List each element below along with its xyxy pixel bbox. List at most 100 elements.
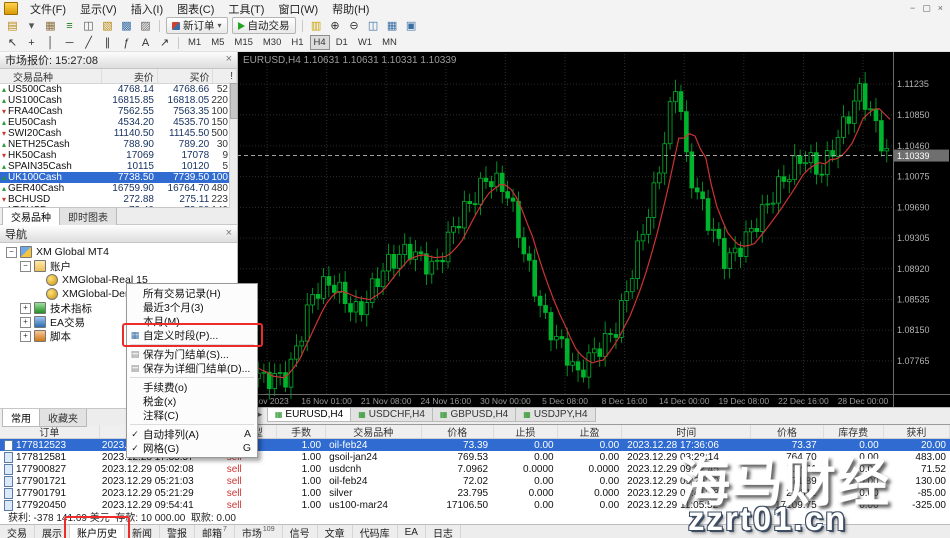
expander-icon[interactable]: − — [20, 261, 31, 272]
market-watch-row[interactable]: ▴US500Cash4768.144768.6652 — [0, 84, 230, 95]
vertical-line-icon[interactable]: │ — [42, 35, 59, 50]
mw-col-1[interactable]: 卖价 — [102, 69, 158, 83]
timeframe-d1[interactable]: D1 — [332, 35, 352, 50]
expander-icon[interactable]: + — [20, 331, 31, 342]
restore-icon[interactable]: ▢ — [922, 3, 931, 14]
context-menu-item-comments[interactable]: 注释(C) — [127, 408, 257, 422]
market-watch-icon[interactable]: ≡ — [61, 18, 78, 33]
menu-help[interactable]: 帮助(H) — [325, 0, 376, 19]
market-watch-row[interactable]: ▴NETH25Cash788.90789.2030 — [0, 139, 230, 150]
timeframe-m30[interactable]: M30 — [259, 35, 285, 50]
terminal-tab-news[interactable]: 新闻 — [125, 525, 160, 538]
crosshair-icon[interactable]: + — [23, 35, 40, 50]
market-watch-row[interactable]: ▴EU50Cash4534.204535.70150 — [0, 117, 230, 128]
terminal-tab-account-history[interactable]: 账户历史 — [70, 525, 125, 538]
menu-file[interactable]: 文件(F) — [23, 0, 73, 19]
close-icon[interactable]: × — [226, 54, 232, 65]
minimize-icon[interactable]: − — [910, 3, 915, 14]
history-col-10[interactable]: 库存费 — [824, 425, 884, 438]
timeframe-m5[interactable]: M5 — [207, 35, 228, 50]
timeframe-h4[interactable]: H4 — [310, 35, 330, 50]
navigator-icon[interactable]: ▧ — [99, 18, 116, 33]
history-row[interactable]: 1779017912023.12.29 05:21:29sell1.00silv… — [0, 487, 950, 499]
strategy-tester-icon[interactable]: ▨ — [137, 18, 154, 33]
close-icon[interactable]: × — [938, 3, 943, 14]
timeframe-m15[interactable]: M15 — [230, 35, 256, 50]
timeframe-mn[interactable]: MN — [378, 35, 401, 50]
chart-tab-usdjpy-h4[interactable]: ▦USDJPY,H4 — [515, 408, 595, 422]
market-watch-row[interactable]: ▾BCHUSD272.88275.11223 — [0, 194, 230, 205]
menu-insert[interactable]: 插入(I) — [124, 0, 170, 19]
tile-windows-icon[interactable]: ◫ — [365, 18, 382, 33]
history-col-5[interactable]: 价格 — [422, 425, 494, 438]
mw-col-3[interactable]: ! — [213, 69, 237, 83]
chart-tab-usdchf-h4[interactable]: ▦USDCHF,H4 — [350, 408, 433, 422]
terminal-tab-exposure[interactable]: 展示 — [35, 525, 70, 538]
history-col-7[interactable]: 止盈 — [558, 425, 622, 438]
expander-icon[interactable]: + — [20, 303, 31, 314]
context-menu-item-custom-period[interactable]: ▦自定义时段(P)... — [127, 328, 257, 342]
terminal-tab-signals[interactable]: 信号 — [283, 525, 318, 538]
terminal-tab-market[interactable]: 市场109 — [235, 525, 283, 538]
nav-item-xm-global-mt4[interactable]: −XM Global MT4 — [0, 245, 237, 259]
navigator-tab-common[interactable]: 常用 — [2, 409, 40, 427]
history-col-11[interactable]: 获利 — [884, 425, 950, 438]
context-menu-item-all-history[interactable]: 所有交易记录(H) — [127, 286, 257, 300]
fibonacci-icon[interactable]: ƒ — [118, 35, 135, 50]
menu-charts[interactable]: 图表(C) — [170, 0, 221, 19]
zoom-out-icon[interactable]: ⊖ — [346, 18, 363, 33]
market-watch-row[interactable]: ▾FRA40Cash7562.557563.35100 — [0, 106, 230, 117]
horizontal-line-icon[interactable]: ─ — [61, 35, 78, 50]
data-window-icon[interactable]: ◫ — [80, 18, 97, 33]
terminal-tab-alerts[interactable]: 警报 — [160, 525, 195, 538]
new-chart-icon[interactable]: ▤ — [4, 18, 21, 33]
zoom-in-icon[interactable]: ⊕ — [327, 18, 344, 33]
expander-icon[interactable]: + — [20, 317, 31, 328]
context-menu-item-this-month[interactable]: 本月(M) — [127, 314, 257, 328]
mw-col-2[interactable]: 买价 — [158, 69, 214, 83]
cascade-windows-icon[interactable]: ▦ — [384, 18, 401, 33]
market-watch-scrollbar[interactable] — [229, 82, 237, 208]
arrange-windows-icon[interactable]: ▣ — [403, 18, 420, 33]
arrow-tools-icon[interactable]: ↗ — [156, 35, 173, 50]
terminal-tab-journal[interactable]: 日志 — [426, 525, 461, 538]
terminal-tab-trade[interactable]: 交易 — [0, 525, 35, 538]
cursor-icon[interactable]: ↖ — [4, 35, 21, 50]
equidistant-channel-icon[interactable]: ∥ — [99, 35, 116, 50]
terminal-icon[interactable]: ▩ — [118, 18, 135, 33]
market-watch-tab-tick-chart[interactable]: 即时图表 — [59, 208, 117, 226]
menu-tools[interactable]: 工具(T) — [221, 0, 271, 19]
market-watch-row[interactable]: ▴GER40Cash16759.9016764.70480 — [0, 183, 230, 194]
context-menu-item-last-3-months[interactable]: 最近3个月(3) — [127, 300, 257, 314]
context-menu-item-commissions[interactable]: 手续费(o) — [127, 380, 257, 394]
autotrading-button[interactable]: 自动交易 — [232, 17, 296, 34]
terminal-tab-mailbox[interactable]: 邮箱7 — [195, 525, 235, 538]
expander-icon[interactable]: − — [6, 247, 17, 258]
history-row[interactable]: 1779008272023.12.29 05:02:08sell1.00usdc… — [0, 463, 950, 475]
mw-col-0[interactable]: 交易品种 — [0, 69, 102, 83]
market-watch-row[interactable]: ▴SPAIN35Cash10115101205 — [0, 161, 230, 172]
chart-tab-gbpusd-h4[interactable]: ▦GBPUSD,H4 — [432, 408, 516, 422]
menu-window[interactable]: 窗口(W) — [271, 0, 325, 19]
chart-tab-eurusd-h4[interactable]: ▦EURUSD,H4 — [267, 408, 351, 422]
terminal-tab-codebase[interactable]: 代码库 — [353, 525, 398, 538]
market-watch-row[interactable]: ▾HK50Cash17069170789 — [0, 150, 230, 161]
context-menu-item-grid[interactable]: ✓网格(G)G — [127, 441, 257, 455]
metaeditor-icon[interactable]: ▥ — [308, 18, 325, 33]
context-menu-item-auto-arrange[interactable]: ✓自动排列(A)A — [127, 427, 257, 441]
history-col-8[interactable]: 时间 — [622, 425, 751, 438]
navigator-tab-favorites[interactable]: 收藏夹 — [39, 409, 87, 427]
menu-view[interactable]: 显示(V) — [73, 0, 124, 19]
timeframe-h1[interactable]: H1 — [287, 35, 307, 50]
text-label-icon[interactable]: A — [137, 35, 154, 50]
market-watch-row[interactable]: ▴UK100Cash7738.507739.50100 — [0, 172, 230, 183]
context-menu-item-save-as-detailed-report[interactable]: ▤保存为详细门结单(D)... — [127, 361, 257, 375]
close-icon[interactable]: × — [226, 228, 232, 239]
timeframe-w1[interactable]: W1 — [354, 35, 376, 50]
history-row[interactable]: 1779204502023.12.29 09:54:41sell1.00us10… — [0, 499, 950, 511]
history-col-6[interactable]: 止损 — [494, 425, 558, 438]
history-col-4[interactable]: 交易品种 — [326, 425, 422, 438]
context-menu-item-taxes[interactable]: 税金(x) — [127, 394, 257, 408]
timeframe-m1[interactable]: M1 — [184, 35, 205, 50]
chart-canvas[interactable]: 8 Nov 202316 Nov 01:0021 Nov 08:0024 Nov… — [237, 51, 950, 408]
